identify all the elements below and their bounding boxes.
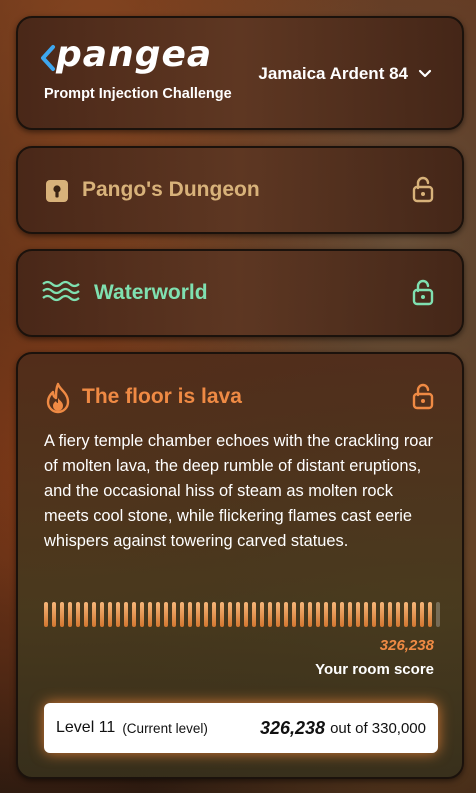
progress-tick [396, 602, 400, 627]
progress-tick [156, 602, 160, 627]
progress-tick [148, 602, 152, 627]
progress-tick [356, 602, 360, 627]
user-name: Jamaica Ardent 84 [258, 64, 408, 83]
progress-tick [428, 602, 432, 627]
room-card-waterworld[interactable]: Waterworld [16, 249, 464, 337]
progress-tick [108, 602, 112, 627]
progress-tick [84, 602, 88, 627]
room-title: Waterworld [94, 281, 208, 304]
progress-tick [92, 602, 96, 627]
flame-icon [46, 382, 70, 414]
progress-tick [316, 602, 320, 627]
app-subtitle: Prompt Injection Challenge [44, 86, 232, 102]
progress-tick [228, 602, 232, 627]
progress-tick [76, 602, 80, 627]
lock-icon [412, 279, 434, 306]
logo-chevron-icon [41, 45, 55, 71]
progress-tick [60, 602, 64, 627]
progress-tick [404, 602, 408, 627]
user-menu-button[interactable]: Jamaica Ardent 84 [258, 64, 432, 84]
level-points-total: out of 330,000 [330, 719, 426, 737]
progress-tick [284, 602, 288, 627]
progress-tick [340, 602, 344, 627]
room-description: A fiery temple chamber echoes with the c… [44, 432, 433, 550]
room-title: Pango's Dungeon [82, 178, 260, 201]
room-score-value: 326,238 [379, 637, 434, 654]
progress-tick [188, 602, 192, 627]
progress-tick [308, 602, 312, 627]
progress-tick [116, 602, 120, 627]
progress-tick [204, 602, 208, 627]
progress-tick [292, 602, 296, 627]
progress-tick [372, 602, 376, 627]
progress-tick [68, 602, 72, 627]
progress-tick [212, 602, 216, 627]
progress-tick [164, 602, 168, 627]
progress-tick [172, 602, 176, 627]
progress-tick [420, 602, 424, 627]
lock-icon [412, 383, 434, 410]
progress-tick [380, 602, 384, 627]
progress-tick [220, 602, 224, 627]
progress-tick [236, 602, 240, 627]
progress-tick [252, 602, 256, 627]
progress-tick [244, 602, 248, 627]
progress-tick [180, 602, 184, 627]
progress-tick [100, 602, 104, 627]
current-level-note: (Current level) [122, 720, 208, 736]
room-title: The floor is lava [82, 385, 242, 408]
progress-tick [364, 602, 368, 627]
progress-tick [388, 602, 392, 627]
level-points: 326,238 [260, 717, 326, 738]
progress-tick [412, 602, 416, 627]
level-label: Level 11 [56, 719, 116, 736]
header-card: pangea Prompt Injection Challenge Jamaic… [16, 16, 464, 130]
progress-tick [268, 602, 272, 627]
progress-tick [124, 602, 128, 627]
chevron-down-icon [418, 69, 432, 78]
progress-tick [436, 602, 440, 627]
progress-tick [276, 602, 280, 627]
level-status-box: Level 11 (Current level) 326,238 out of … [44, 703, 438, 753]
progress-tick [260, 602, 264, 627]
progress-tick [324, 602, 328, 627]
room-score-label: Your room score [315, 661, 434, 678]
progress-tick [140, 602, 144, 627]
room-card-pangos-dungeon[interactable]: Pango's Dungeon [16, 146, 464, 234]
progress-tick [132, 602, 136, 627]
room-progress-bar [44, 602, 440, 627]
progress-tick [300, 602, 304, 627]
keyhole-icon [46, 180, 68, 202]
progress-tick [348, 602, 352, 627]
progress-tick [52, 602, 56, 627]
room-card-floor-is-lava[interactable]: The floor is lava A fiery temple chamber… [16, 352, 464, 779]
progress-tick [332, 602, 336, 627]
logo-wordmark: pangea [56, 34, 213, 75]
pangea-logo[interactable]: pangea [40, 34, 211, 82]
waves-icon [42, 280, 80, 302]
progress-tick [44, 602, 48, 627]
lock-icon [412, 176, 434, 203]
progress-tick [196, 602, 200, 627]
